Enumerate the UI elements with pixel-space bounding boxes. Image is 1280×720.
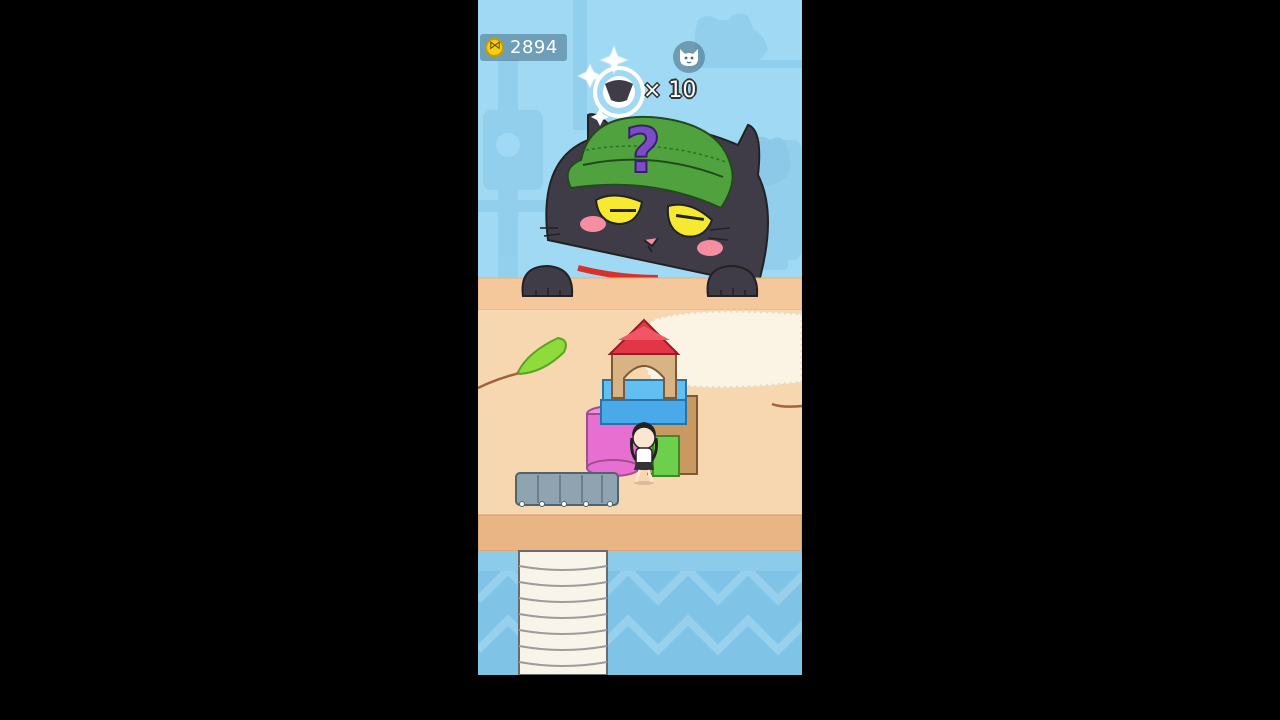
- cat-face-icon: [680, 49, 698, 66]
- table-front-edge: [478, 514, 802, 552]
- coin-count-value: 2894: [510, 37, 558, 58]
- coin-counter: 2894: [480, 34, 567, 61]
- cat-right-blush: [697, 240, 723, 256]
- cat-collection-button[interactable]: [673, 41, 705, 73]
- coin-icon: [485, 38, 504, 57]
- hint-question-mark: ?: [625, 114, 661, 187]
- game-scene[interactable]: ?: [478, 0, 802, 675]
- hint-multiplier-count: × 10: [643, 78, 697, 103]
- scratching-rope-post: [518, 550, 608, 675]
- game-viewport[interactable]: ? 2894 × 10: [478, 0, 802, 675]
- cat-left-blush: [580, 216, 606, 232]
